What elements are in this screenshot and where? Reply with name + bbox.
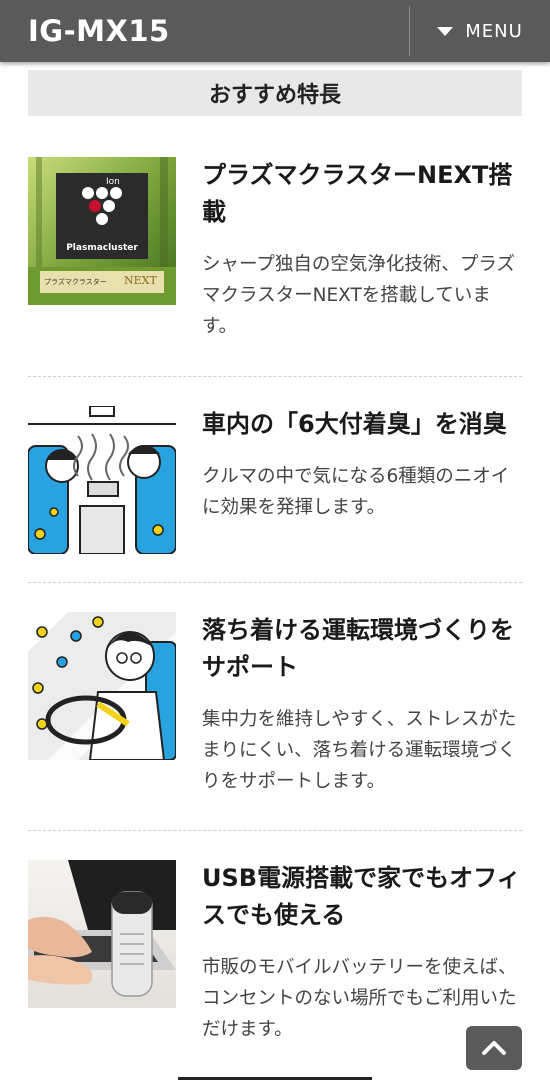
plasmacluster-brand-text: Plasmacluster (66, 243, 138, 253)
back-to-top-button[interactable] (466, 1026, 522, 1070)
car-odor-illustration (28, 406, 176, 554)
feature-heading: プラズマクラスターNEXT搭載 (202, 161, 513, 226)
relaxed-driver-illustration (28, 612, 176, 760)
menu-label: MENU (465, 20, 523, 42)
plasmacluster-badge-jp: プラズマクラスター (44, 278, 107, 286)
feature-divider (28, 376, 522, 377)
usb-device-photo (28, 860, 176, 1008)
feature-heading: 車内の「6大付着臭」を消臭 (202, 410, 507, 438)
feature-item: 車内の「6大付着臭」を消臭 クルマの中で気になる6種類のニオイに効果を発揮します… (28, 406, 522, 554)
plasmacluster-image: Ion Plasmacluster プラズマクラスター NEXT (28, 157, 176, 305)
feature-divider (28, 582, 522, 583)
feature-description: シャープ独自の空気浄化技術、プラズマクラスターNEXTを搭載しています。 (202, 254, 516, 337)
feature-heading: 落ち着ける運転環境づくりをサポート (202, 616, 514, 681)
feature-divider (28, 830, 522, 831)
feature-heading: USB電源搭載で家でもオフィスでも使える (202, 864, 521, 929)
feature-text: USB電源搭載で家でもオフィスでも使える 市販のモバイルバッテリーを使えば、コン… (202, 860, 522, 1045)
feature-item: 落ち着ける運転環境づくりをサポート 集中力を維持しやすく、ストレスがたまりにくい… (28, 612, 522, 797)
feature-item: USB電源搭載で家でもオフィスでも使える 市販のモバイルバッテリーを使えば、コン… (28, 860, 522, 1045)
feature-text: 車内の「6大付着臭」を消臭 クルマの中で気になる6種類のニオイに効果を発揮します… (202, 406, 522, 554)
section-title: おすすめ特長 (28, 70, 522, 116)
feature-item: Ion Plasmacluster プラズマクラスター NEXT プラズマクラス… (28, 157, 522, 342)
menu-button[interactable]: MENU (410, 0, 550, 62)
caret-down-icon (437, 26, 454, 36)
plasmacluster-badge-en: NEXT (124, 274, 157, 287)
feature-text: 落ち着ける運転環境づくりをサポート 集中力を維持しやすく、ストレスがたまりにくい… (202, 612, 522, 797)
feature-description: クルマの中で気になる6種類のニオイに効果を発揮します。 (202, 466, 510, 518)
site-header: IG-MX15 MENU (0, 0, 550, 62)
feature-text: プラズマクラスターNEXT搭載 シャープ独自の空気浄化技術、プラズマクラスターN… (202, 157, 522, 342)
plasmacluster-ion-text: Ion (106, 177, 120, 187)
feature-description: 集中力を維持しやすく、ストレスがたまりにくい、落ち着ける運転環境づくりをサポート… (202, 709, 517, 792)
product-title[interactable]: IG-MX15 (0, 14, 409, 48)
chevron-up-icon (482, 1041, 506, 1055)
